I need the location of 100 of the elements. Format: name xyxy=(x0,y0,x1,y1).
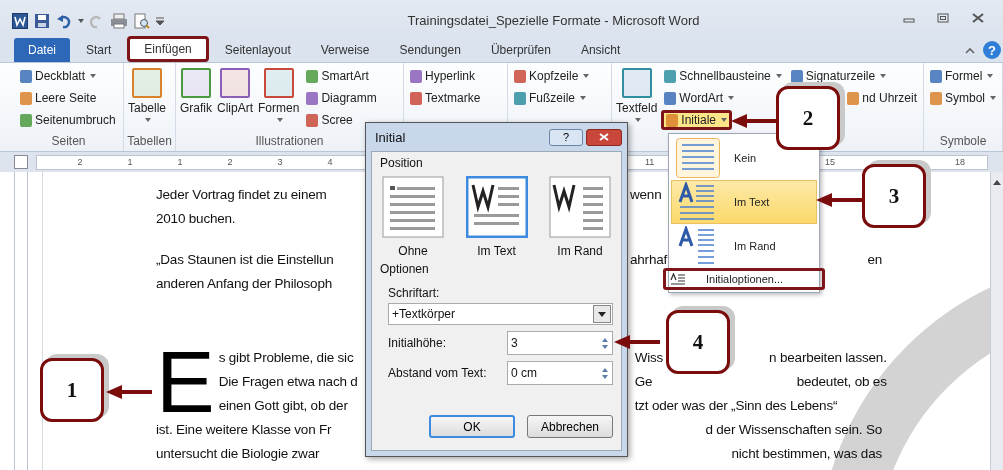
save-icon[interactable] xyxy=(34,13,50,29)
option-label: Im Rand xyxy=(557,244,603,258)
dialog-title: Initial xyxy=(374,129,407,145)
dialog-button[interactable]: OK xyxy=(429,415,515,438)
ribbon-tab[interactable]: Verweise xyxy=(306,38,384,62)
drop-cap: E xyxy=(156,349,215,415)
body-text: nicht bestimmen, was das xyxy=(731,445,882,461)
menu-item[interactable]: Im Rand xyxy=(671,224,817,268)
font-dropdown[interactable]: +Textkörper xyxy=(388,303,613,325)
spin-field[interactable]: 3 xyxy=(506,331,613,355)
ribbon-button[interactable]: Scree xyxy=(303,110,356,130)
body-text: bedeutet, ob es xyxy=(796,373,887,389)
ribbon-button[interactable]: Textmarke xyxy=(407,88,484,108)
customize-toolbar-icon[interactable] xyxy=(156,16,164,26)
layout-option-icon[interactable] xyxy=(465,176,528,238)
ruler-number: 4 xyxy=(327,157,333,167)
option-label: Ohne xyxy=(398,244,428,258)
field-label: Abstand vom Text: xyxy=(388,366,488,380)
ribbon-button[interactable]: Tabelle xyxy=(127,66,168,134)
ruler-number: 1 xyxy=(177,157,183,167)
body-text: Die Fragen etwa nach d xyxy=(218,373,359,389)
ribbon-tab[interactable]: Sendungen xyxy=(385,38,475,62)
ribbon-tab[interactable]: Einfügen xyxy=(127,36,209,62)
body-text: Wiss xyxy=(634,349,664,365)
menu-item[interactable]: Initialoptionen... xyxy=(663,268,825,290)
body-text: einen Gott gibt, ob der xyxy=(218,397,349,413)
undo-icon[interactable] xyxy=(56,13,72,29)
ribbon-button[interactable]: Grafik xyxy=(179,66,213,134)
ribbon-tab[interactable]: Seitenlayout xyxy=(210,38,305,62)
body-text: anderen Anfang der Philosoph xyxy=(156,275,334,291)
layout-option-icon[interactable] xyxy=(549,176,611,238)
ruler-number: 2 xyxy=(227,157,233,167)
option-label: Im Text xyxy=(477,244,516,258)
tab-selector-button[interactable] xyxy=(14,155,28,169)
body-text: ahrhaf xyxy=(630,251,668,267)
close-icon xyxy=(599,133,609,141)
spin-field[interactable]: 0 cm xyxy=(506,361,613,385)
window-title: Trainingsdatei_Spezielle Formate - Microsoft Word xyxy=(406,11,701,28)
word-logo-icon[interactable] xyxy=(12,13,28,29)
body-text: en xyxy=(867,251,882,267)
ribbon-button[interactable]: Formen xyxy=(257,66,301,134)
body-text: tzt oder was der „Sinn des Lebens“ xyxy=(634,397,838,413)
body-text: wenn xyxy=(630,186,662,202)
printer-icon[interactable] xyxy=(110,13,128,29)
ribbon-button[interactable]: Fußzeile xyxy=(511,88,589,108)
body-text: d der Wissenschaften sein. So xyxy=(705,421,882,437)
ribbon-button[interactable]: Schnellbausteine xyxy=(661,66,785,86)
scrollbar[interactable] xyxy=(990,172,1003,470)
ribbon-tab[interactable]: Überprüfen xyxy=(476,38,565,62)
section-label: Position xyxy=(380,156,424,170)
group-label: Symbole xyxy=(939,134,987,150)
ribbon-button[interactable]: Seitenumbruch xyxy=(17,110,119,130)
ribbon-button[interactable]: Hyperlink xyxy=(407,66,478,86)
ribbon-button[interactable]: nd Uhrzeit xyxy=(844,88,920,108)
drop-cap-icon xyxy=(670,272,686,286)
ribbon-tab[interactable]: Datei xyxy=(14,38,70,62)
field-label: Schriftart: xyxy=(388,286,441,300)
ruler-number: 11 xyxy=(645,157,655,167)
help-button[interactable]: ? xyxy=(983,41,1001,59)
ribbon-button[interactable]: Symbol xyxy=(927,88,999,108)
ribbon-tab[interactable]: Start xyxy=(72,38,126,62)
print-preview-icon[interactable] xyxy=(134,13,150,29)
dialog-button[interactable]: Abbrechen xyxy=(527,415,613,438)
close-button[interactable] xyxy=(586,128,622,146)
ribbon-button[interactable]: ClipArt xyxy=(216,66,255,134)
close-icon[interactable] xyxy=(971,13,985,23)
restore-icon[interactable] xyxy=(937,13,949,23)
field-label: Initialhöhe: xyxy=(388,336,448,350)
ribbon-button[interactable]: Formel xyxy=(927,66,997,86)
arrow xyxy=(106,385,152,399)
caret-icon[interactable] xyxy=(598,311,606,317)
body-text: s gibt Probleme, die sic xyxy=(218,349,355,365)
body-text: „Das Staunen ist die Einstellun xyxy=(156,251,335,267)
ribbon-button[interactable]: SmartArt xyxy=(303,66,372,86)
group-label: Seiten xyxy=(51,134,86,150)
ribbon-button[interactable]: Diagramm xyxy=(303,88,380,108)
ribbon-button[interactable]: WordArt xyxy=(661,88,738,108)
body-text: Jeder Vortrag findet zu einem xyxy=(156,186,328,202)
ruler-number: 18 xyxy=(955,157,965,167)
group-label: Tabellen xyxy=(127,134,172,150)
ribbon-button[interactable]: Leere Seite xyxy=(17,88,100,108)
help-button[interactable]: ? xyxy=(549,128,583,146)
ribbon-button[interactable]: Textfeld xyxy=(615,66,659,151)
ribbon-button[interactable]: Kopfzeile xyxy=(511,66,593,86)
body-text: Ge xyxy=(634,373,653,389)
paragraph-lines-icon xyxy=(676,138,720,178)
arrow xyxy=(614,335,660,349)
body-text: untersucht die Biologie zwar xyxy=(156,445,321,461)
ruler-number: 3 xyxy=(277,157,283,167)
scroll-up-icon[interactable] xyxy=(993,180,1001,185)
caret-icon[interactable] xyxy=(78,19,84,23)
ribbon-tab[interactable]: Ansicht xyxy=(566,38,635,62)
menu-item[interactable]: Im Text xyxy=(671,180,817,224)
ruler-number: 15 xyxy=(825,157,835,167)
body-text: ist. Eine weitere Klasse von Fr xyxy=(156,421,333,437)
collapse-ribbon-icon[interactable] xyxy=(965,46,975,54)
ruler-number: 1 xyxy=(127,157,133,167)
ribbon-button[interactable]: Deckblatt xyxy=(17,66,100,86)
ruler-number: 2 xyxy=(77,157,83,167)
ribbon-button[interactable]: Initiale xyxy=(661,110,733,130)
